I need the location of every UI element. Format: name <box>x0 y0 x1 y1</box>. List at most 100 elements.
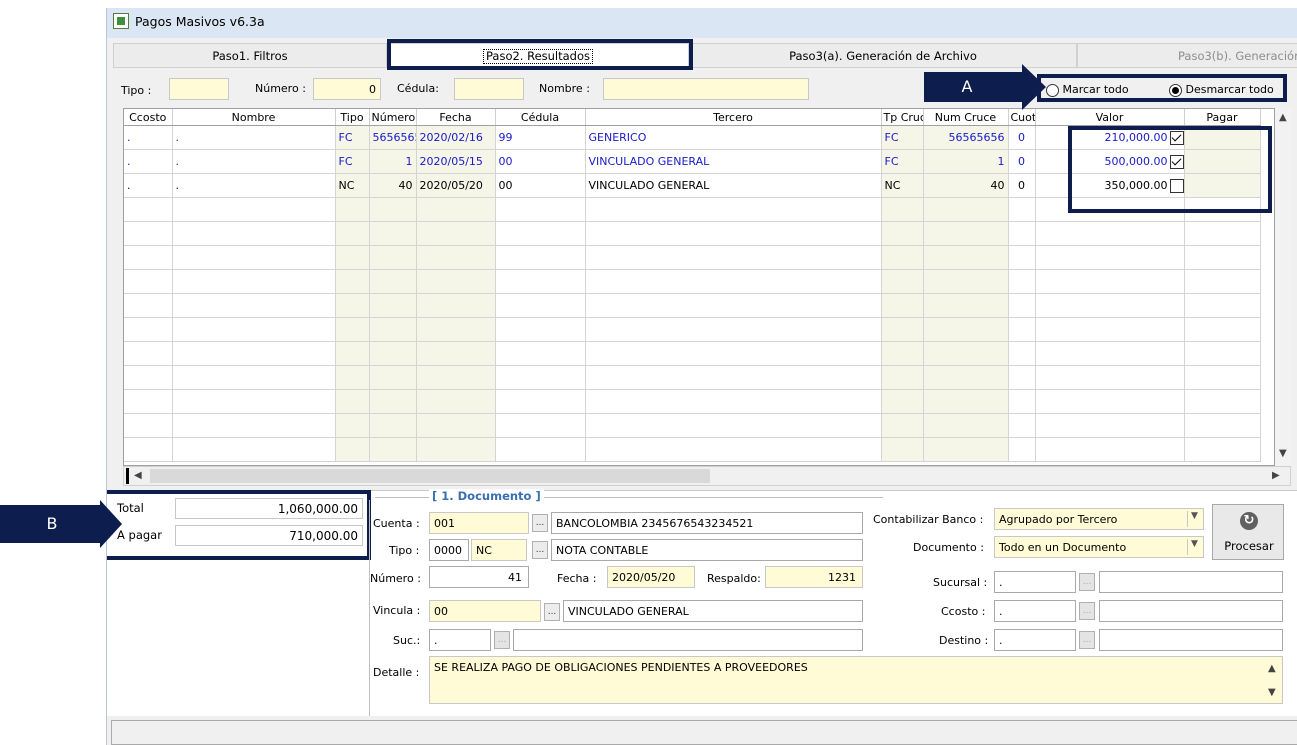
empty-cell <box>1184 317 1261 342</box>
cell-valor[interactable]: 350,000.00 <box>1035 173 1185 198</box>
col-header-numero[interactable]: Número <box>369 109 417 126</box>
empty-cell <box>1035 197 1185 222</box>
cell-ccosto[interactable]: . <box>124 125 173 150</box>
cuenta-lookup-button[interactable]: ... <box>532 514 548 532</box>
empty-cell <box>416 413 496 438</box>
tipo-sub-input[interactable]: NC <box>471 539 527 561</box>
cell-nombre[interactable]: . <box>172 173 336 198</box>
cell-num-cruce[interactable]: 1 <box>923 149 1009 174</box>
destino-input[interactable]: . <box>994 629 1076 651</box>
empty-cell <box>1008 269 1036 294</box>
cell-nombre[interactable]: . <box>172 125 336 150</box>
scroll-down-icon[interactable]: ▼ <box>1279 448 1287 459</box>
col-header-ccosto[interactable]: Ccosto <box>124 109 173 126</box>
pagar-checkbox[interactable] <box>1169 154 1183 169</box>
cuenta-label: Cuenta : <box>373 517 420 530</box>
cell-cuota[interactable]: 0 <box>1008 149 1036 174</box>
suc-lookup-button[interactable]: ... <box>494 631 510 649</box>
empty-cell <box>923 245 1009 270</box>
empty-cell <box>881 389 924 414</box>
desmarcar-todo-radio[interactable]: Desmarcar todo <box>1169 83 1274 97</box>
vincula-code-input[interactable]: 00 <box>429 600 541 622</box>
detalle-scroll-down-icon[interactable]: ▼ <box>1268 687 1276 698</box>
cell-valor[interactable]: 210,000.00 <box>1035 125 1185 150</box>
vincula-lookup-button[interactable]: ... <box>544 603 560 621</box>
sucursal-lookup-button[interactable]: ... <box>1079 573 1095 591</box>
cell-valor[interactable]: 500,000.00 <box>1035 149 1185 174</box>
cell-fecha[interactable]: 2020/02/16 <box>416 125 496 150</box>
col-header-cuota[interactable]: Cuot <box>1008 109 1036 126</box>
grid-vertical-scrollbar[interactable]: ▲ ▼ <box>1275 108 1291 466</box>
suc-input[interactable]: . <box>429 629 491 651</box>
cell-tp-cruce[interactable]: FC <box>881 149 924 174</box>
cell-ccosto[interactable]: . <box>124 149 173 174</box>
detalle-textarea[interactable]: SE REALIZA PAGO DE OBLIGACIONES PENDIENT… <box>429 656 1283 704</box>
pagar-checkbox[interactable] <box>1169 178 1183 193</box>
horizontal-scroll-thumb[interactable] <box>150 469 710 483</box>
tipo-lookup-button[interactable]: ... <box>532 541 548 559</box>
table-row[interactable]: .. FC 1 2020/05/15 00 VINCULADO GENERAL FC 1 0 50… <box>124 149 1261 174</box>
cell-cuota[interactable]: 0 <box>1008 173 1036 198</box>
tipo-code-input[interactable]: 0000 <box>429 539 469 561</box>
scroll-up-icon[interactable]: ▲ <box>1279 112 1287 123</box>
table-row[interactable]: ..FC565656562020/02/1699GENERICOFC565656… <box>124 125 1261 150</box>
cell-tipo[interactable]: NC <box>335 173 370 198</box>
cell-cedula[interactable]: 00 <box>495 173 586 198</box>
col-header-valor[interactable]: Valor <box>1035 109 1185 126</box>
cell-fecha[interactable]: 2020/05/15 <box>416 149 496 174</box>
tab-paso1-filtros[interactable]: Paso1. Filtros <box>113 43 387 68</box>
scroll-right-icon[interactable]: ▶ <box>1272 470 1280 481</box>
cell-numero[interactable]: 56565656 <box>369 125 417 150</box>
cell-tp-cruce[interactable]: NC <box>881 173 924 198</box>
cell-tipo[interactable]: FC <box>335 125 370 150</box>
ccosto-input[interactable]: . <box>994 600 1076 622</box>
col-header-nombre[interactable]: Nombre <box>172 109 336 126</box>
marcar-todo-radio[interactable]: Marcar todo <box>1046 83 1129 97</box>
cell-tercero[interactable]: GENERICO <box>585 125 882 150</box>
respaldo-input[interactable]: 1231 <box>765 566 863 588</box>
col-header-num-cruce[interactable]: Num Cruce <box>923 109 1009 126</box>
tipo-filter-input[interactable] <box>169 78 229 100</box>
cell-numero[interactable]: 40 <box>369 173 417 198</box>
cell-tp-cruce[interactable]: FC <box>881 125 924 150</box>
tab-paso3b-generacion[interactable]: Paso3(b). Generación <box>1077 43 1297 68</box>
scroll-left-icon[interactable]: ◀ <box>134 470 142 481</box>
nombre-filter-input[interactable] <box>603 78 809 100</box>
numero-doc-input[interactable]: 41 <box>429 566 529 588</box>
col-header-tercero[interactable]: Tercero <box>585 109 882 126</box>
cell-num-cruce[interactable]: 56565656 <box>923 125 1009 150</box>
cuenta-code-input[interactable]: 001 <box>429 512 529 534</box>
cell-tipo[interactable]: FC <box>335 149 370 174</box>
cell-tercero[interactable]: VINCULADO GENERAL <box>585 173 882 198</box>
documento-select[interactable]: Todo en un Documento ▼ <box>994 536 1204 558</box>
nombre-label: Nombre : <box>539 82 590 95</box>
col-header-tp-cruce[interactable]: Tp Cruc <box>881 109 924 126</box>
empty-cell <box>335 269 370 294</box>
col-header-fecha[interactable]: Fecha <box>416 109 496 126</box>
numero-filter-input[interactable]: 0 <box>313 78 381 100</box>
cell-cedula[interactable]: 00 <box>495 149 586 174</box>
cell-cuota[interactable]: 0 <box>1008 125 1036 150</box>
empty-cell <box>1184 341 1261 366</box>
pagar-checkbox[interactable] <box>1169 130 1183 145</box>
grid-horizontal-scrollbar[interactable]: ◀ ▶ <box>123 466 1291 486</box>
sucursal-input[interactable]: . <box>994 571 1076 593</box>
col-header-pagar[interactable]: Pagar <box>1184 109 1261 126</box>
cell-cedula[interactable]: 99 <box>495 125 586 150</box>
table-row[interactable]: .. NC 40 2020/05/20 00 VINCULADO GENERAL NC 40 0… <box>124 173 1261 198</box>
cell-tercero[interactable]: VINCULADO GENERAL <box>585 149 882 174</box>
cell-nombre[interactable]: . <box>172 149 336 174</box>
destino-lookup-button[interactable]: ... <box>1079 631 1095 649</box>
cell-num-cruce[interactable]: 40 <box>923 173 1009 198</box>
cell-numero[interactable]: 1 <box>369 149 417 174</box>
col-header-cedula[interactable]: Cédula <box>495 109 586 126</box>
ccosto-lookup-button[interactable]: ... <box>1079 602 1095 620</box>
detalle-scroll-up-icon[interactable]: ▲ <box>1268 663 1276 674</box>
contabilizar-banco-select[interactable]: Agrupado por Tercero ▼ <box>994 508 1204 530</box>
cell-ccosto[interactable]: . <box>124 173 173 198</box>
cedula-filter-input[interactable] <box>454 78 524 100</box>
fecha-input[interactable]: 2020/05/20 <box>607 566 695 588</box>
col-header-tipo[interactable]: Tipo <box>335 109 370 126</box>
cell-fecha[interactable]: 2020/05/20 <box>416 173 496 198</box>
procesar-button[interactable]: ↻ Procesar <box>1212 504 1284 560</box>
